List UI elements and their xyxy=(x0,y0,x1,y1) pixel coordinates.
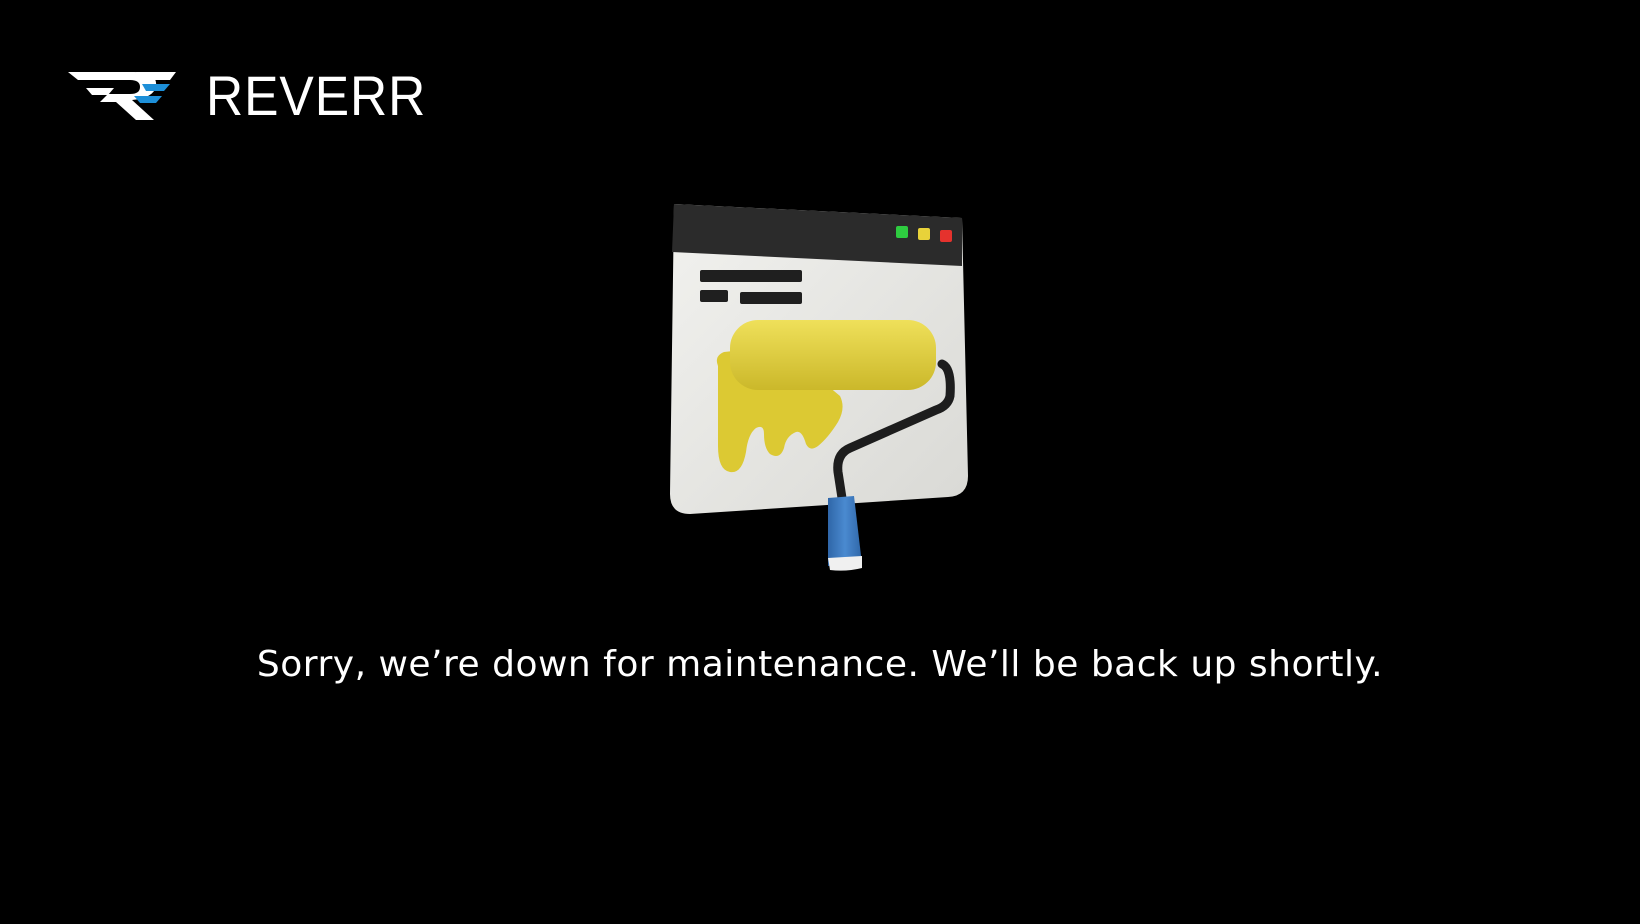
brand-name: REVERR xyxy=(206,64,427,127)
window-button-green xyxy=(896,226,908,238)
paint-roller-browser-icon xyxy=(670,204,968,571)
text-line xyxy=(700,290,728,302)
window-button-red xyxy=(940,230,952,242)
text-line xyxy=(700,270,802,282)
roller-handle-cap xyxy=(828,556,862,571)
maintenance-message: Sorry, we’re down for maintenance. We’ll… xyxy=(256,644,1384,685)
window-button-yellow xyxy=(918,228,930,240)
reverr-logo-icon xyxy=(68,72,176,120)
text-line xyxy=(740,292,802,304)
maintenance-page: REVERR Sorry, we’re down for maintenance… xyxy=(0,0,1640,924)
paint-roller xyxy=(730,320,936,390)
roller-handle xyxy=(828,496,862,566)
brand-header: REVERR xyxy=(66,66,445,126)
